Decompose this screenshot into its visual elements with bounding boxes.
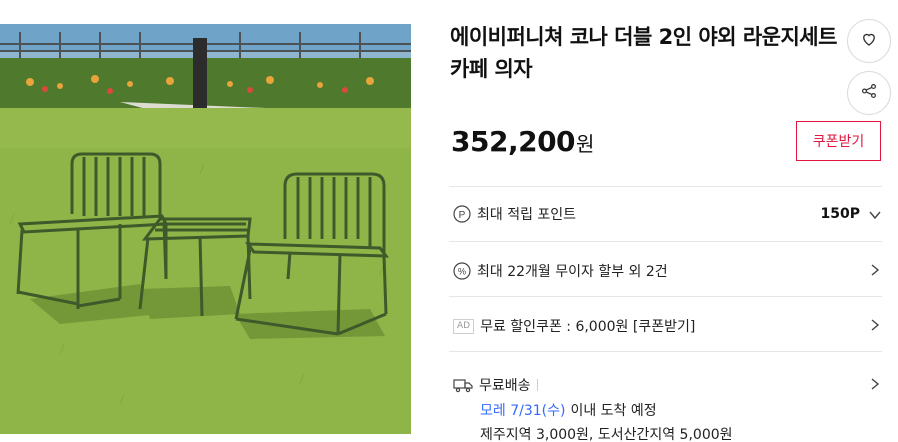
free-coupon-label: 무료 할인쿠폰 : 6,000원 [쿠폰받기] <box>480 319 696 335</box>
ad-badge: AD <box>453 318 475 334</box>
product-price: 352,200원 <box>451 125 594 158</box>
arrival-date: 모레 7/31(수) <box>480 403 566 419</box>
heart-icon <box>860 30 878 52</box>
price-value: 352,200 <box>451 125 576 158</box>
installment-row[interactable]: % 최대 22개월 무이자 할부 외 2건 <box>449 241 882 296</box>
points-row[interactable]: P 최대 적립 포인트 150P <box>449 186 882 241</box>
divider <box>536 379 538 391</box>
coupon-button[interactable]: 쿠폰받기 <box>796 121 881 161</box>
points-value: 150P <box>820 206 860 222</box>
points-icon: P <box>453 205 471 223</box>
price-unit: 원 <box>576 132 594 156</box>
shipping-row[interactable]: 무료배송 모레 7/31(수) 이내 도착 예정 제주지역 3,000원, 도서… <box>449 351 882 442</box>
chevron-right-icon[interactable] <box>868 376 882 395</box>
shipping-label: 무료배송 <box>479 378 531 394</box>
product-info-panel: 에이비퍼니쳐 코나 더블 2인 야외 라운지세트 카페 의자 352,200원 … <box>449 0 898 442</box>
product-title: 에이비퍼니쳐 코나 더블 2인 야외 라운지세트 카페 의자 <box>450 25 837 81</box>
installment-label: 최대 22개월 무이자 할부 외 2건 <box>477 264 668 280</box>
free-coupon-row[interactable]: AD 무료 할인쿠폰 : 6,000원 [쿠폰받기] <box>449 296 882 351</box>
share-button[interactable] <box>847 71 891 115</box>
truck-icon <box>453 377 473 393</box>
percent-icon: % <box>453 262 471 280</box>
share-icon <box>860 82 878 104</box>
svg-text:%: % <box>458 267 466 277</box>
chevron-right-icon[interactable] <box>868 262 882 281</box>
wishlist-button[interactable] <box>847 19 891 63</box>
chevron-right-icon[interactable] <box>868 317 882 336</box>
chevron-down-icon[interactable] <box>868 207 882 226</box>
extra-shipping-fee: 제주지역 3,000원, 도서산간지역 5,000원 <box>480 427 733 442</box>
product-photo <box>0 24 411 434</box>
arrival-text: 이내 도착 예정 <box>570 403 657 419</box>
svg-text:P: P <box>459 210 466 221</box>
points-label: 최대 적립 포인트 <box>477 207 577 223</box>
